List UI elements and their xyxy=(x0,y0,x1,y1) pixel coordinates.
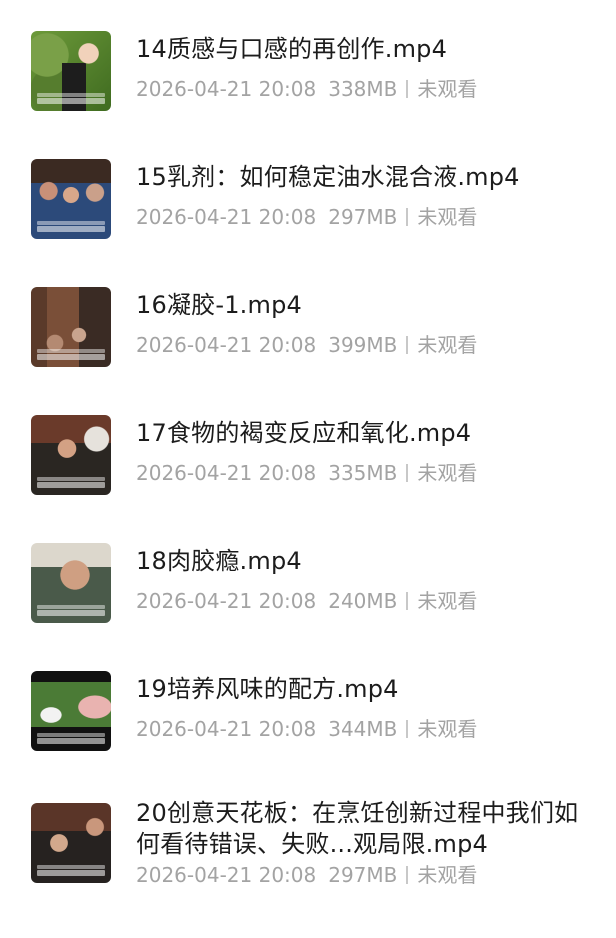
video-file-item[interactable]: 17食物的褐变反应和氧化.mp4 2026-04-21 20:08 335MB 未观… xyxy=(0,408,616,536)
video-file-meta: 2026-04-21 20:08 335MB 未观看 xyxy=(136,460,477,486)
file-date: 2026-04-21 20:08 xyxy=(136,863,317,887)
video-file-meta: 2026-04-21 20:08 297MB 未观看 xyxy=(136,204,477,230)
subtitle-overlay xyxy=(37,610,105,616)
file-size: 297MB xyxy=(328,205,398,229)
video-file-title: 19培养风味的配方.mp4 xyxy=(136,675,399,703)
file-size: 344MB xyxy=(328,717,398,741)
file-date: 2026-04-21 20:08 xyxy=(136,589,317,613)
file-date: 2026-04-21 20:08 xyxy=(136,461,317,485)
video-file-meta: 2026-04-21 20:08 240MB 未观看 xyxy=(136,588,477,614)
watch-status: 未观看 xyxy=(417,863,478,887)
video-file-meta: 2026-04-21 20:08 399MB 未观看 xyxy=(136,332,477,358)
subtitle-overlay xyxy=(37,354,105,360)
watch-status: 未观看 xyxy=(417,333,478,357)
file-size: 338MB xyxy=(328,77,398,101)
video-file-item[interactable]: 19培养风味的配方.mp4 2026-04-21 20:08 344MB 未观看 xyxy=(0,664,616,792)
video-file-item[interactable]: 14质感与口感的再创作.mp4 2026-04-21 20:08 338MB 未观看 xyxy=(0,24,616,152)
divider xyxy=(406,866,409,884)
video-thumbnail[interactable] xyxy=(31,287,111,367)
subtitle-overlay xyxy=(37,477,105,481)
file-date: 2026-04-21 20:08 xyxy=(136,205,317,229)
video-file-title: 14质感与口感的再创作.mp4 xyxy=(136,35,448,63)
video-file-item[interactable]: 16凝胶-1.mp4 2026-04-21 20:08 399MB 未观看 xyxy=(0,280,616,408)
video-file-title: 20创意天花板：在烹饪创新过程中我们如何看待错误、失败...观局限.mp4 xyxy=(136,799,579,858)
video-file-title: 16凝胶-1.mp4 xyxy=(136,291,302,319)
divider xyxy=(406,464,409,482)
video-file-item[interactable]: 15乳剂：如何稳定油水混合液.mp4 2026-04-21 20:08 297MB… xyxy=(0,152,616,280)
video-thumbnail[interactable] xyxy=(31,543,111,623)
subtitle-overlay xyxy=(37,221,105,225)
video-file-title: 18肉胶瘾.mp4 xyxy=(136,547,302,575)
video-file-item[interactable]: 18肉胶瘾.mp4 2026-04-21 20:08 240MB 未观看 xyxy=(0,536,616,664)
video-file-list: 14质感与口感的再创作.mp4 2026-04-21 20:08 338MB 未观看… xyxy=(0,0,616,938)
divider xyxy=(406,592,409,610)
file-size: 297MB xyxy=(328,863,398,887)
subtitle-overlay xyxy=(37,93,105,97)
video-file-item[interactable]: 20创意天花板：在烹饪创新过程中我们如何看待错误、失败...观局限.mp4 20… xyxy=(0,792,616,932)
video-thumbnail[interactable] xyxy=(31,159,111,239)
watch-status: 未观看 xyxy=(417,461,478,485)
video-thumbnail[interactable] xyxy=(31,671,111,751)
file-size: 335MB xyxy=(328,461,398,485)
subtitle-overlay xyxy=(37,733,105,737)
divider xyxy=(406,720,409,738)
file-date: 2026-04-21 20:08 xyxy=(136,333,317,357)
watch-status: 未观看 xyxy=(417,205,478,229)
subtitle-overlay xyxy=(37,349,105,353)
video-file-meta: 2026-04-21 20:08 344MB 未观看 xyxy=(136,716,477,742)
video-file-title: 17食物的褐变反应和氧化.mp4 xyxy=(136,419,472,447)
subtitle-overlay xyxy=(37,226,105,232)
subtitle-overlay xyxy=(37,870,105,876)
subtitle-overlay xyxy=(37,98,105,104)
video-thumbnail[interactable] xyxy=(31,31,111,111)
video-thumbnail[interactable] xyxy=(31,415,111,495)
subtitle-overlay xyxy=(37,738,105,744)
watch-status: 未观看 xyxy=(417,77,478,101)
file-date: 2026-04-21 20:08 xyxy=(136,77,317,101)
subtitle-overlay xyxy=(37,865,105,869)
file-date: 2026-04-21 20:08 xyxy=(136,717,317,741)
watch-status: 未观看 xyxy=(417,717,478,741)
watch-status: 未观看 xyxy=(417,589,478,613)
video-file-meta: 2026-04-21 20:08 297MB 未观看 xyxy=(136,862,477,888)
video-thumbnail[interactable] xyxy=(31,803,111,883)
video-file-meta: 2026-04-21 20:08 338MB 未观看 xyxy=(136,76,477,102)
video-file-title: 15乳剂：如何稳定油水混合液.mp4 xyxy=(136,163,520,191)
file-size: 399MB xyxy=(328,333,398,357)
subtitle-overlay xyxy=(37,482,105,488)
subtitle-overlay xyxy=(37,605,105,609)
divider xyxy=(406,208,409,226)
divider xyxy=(406,80,409,98)
file-size: 240MB xyxy=(328,589,398,613)
divider xyxy=(406,336,409,354)
